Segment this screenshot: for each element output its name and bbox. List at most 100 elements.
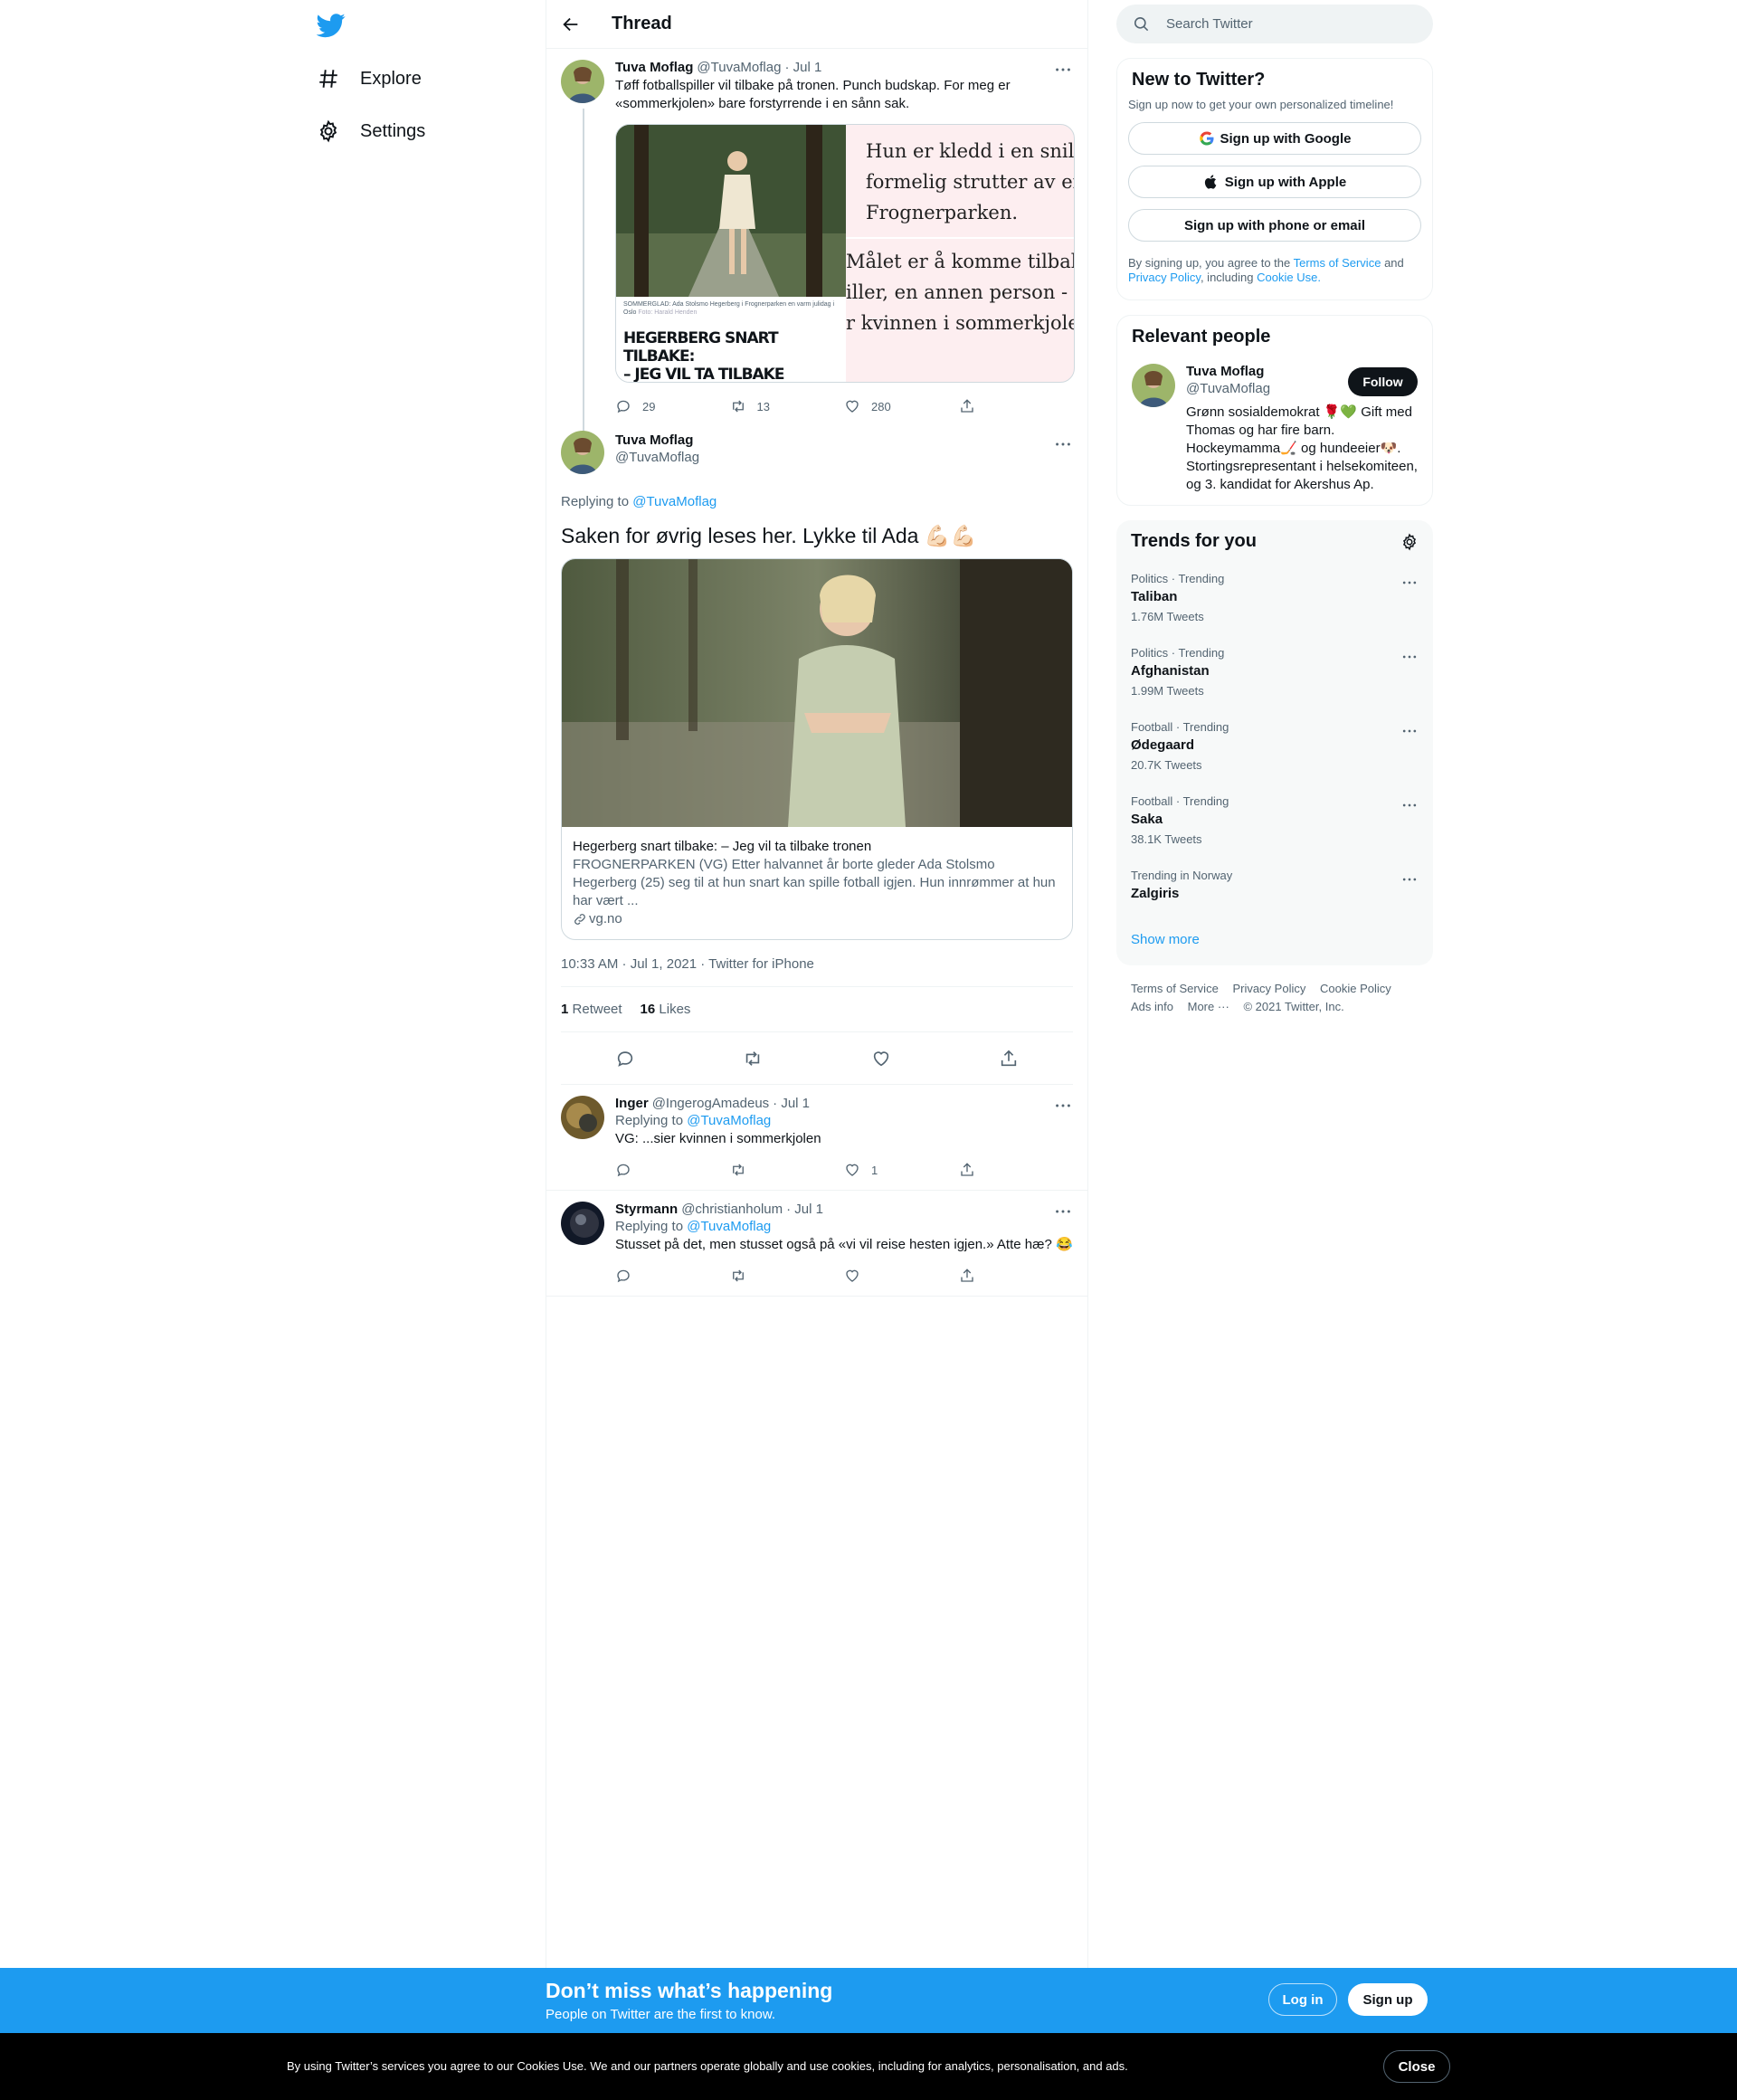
gear-icon[interactable] [1400, 532, 1419, 551]
author-name[interactable]: Tuva Moflag [615, 60, 693, 75]
cookie-close-button[interactable]: Close [1383, 2050, 1450, 2083]
like-stat-label: Likes [659, 1002, 691, 1017]
footer-terms-link[interactable]: Terms of Service [1131, 982, 1219, 995]
quote-text-panel: Hun er kledd i en snill formelig strutte… [846, 125, 1074, 382]
like-button[interactable] [844, 1268, 959, 1284]
like-count: 280 [871, 399, 891, 413]
link-preview-card[interactable]: Hegerberg snart tilbake: – Jeg vil ta ti… [561, 558, 1073, 940]
share-button[interactable] [959, 398, 1074, 414]
share-icon[interactable] [999, 1049, 1019, 1069]
avatar[interactable] [561, 1096, 604, 1139]
replying-to-label: Replying to [561, 494, 630, 509]
retweet-icon [730, 1268, 746, 1284]
reply-icon [615, 1268, 631, 1284]
author-name[interactable]: Styrmann [615, 1202, 678, 1217]
person-name[interactable]: Tuva Moflag [1186, 364, 1270, 379]
search-input[interactable]: Search Twitter [1116, 5, 1433, 43]
tweet-date[interactable]: · Jul 1 [773, 1096, 810, 1111]
relevant-person[interactable]: Tuva Moflag @TuvaMoflag Follow Grønn sos… [1132, 364, 1418, 494]
heart-icon[interactable] [871, 1049, 891, 1069]
tweet-media-image[interactable]: SOMMERGLAD: Ada Stolsmo Hegerberg i Frog… [615, 124, 1075, 383]
cookie-use-link[interactable]: Cookie Use. [1257, 271, 1321, 284]
retweet-button[interactable] [730, 1162, 845, 1178]
replying-to-label: Replying to [615, 1219, 684, 1234]
new-to-twitter-box: New to Twitter? Sign up now to get your … [1116, 58, 1433, 300]
login-button[interactable]: Log in [1268, 1983, 1337, 2016]
person-bio: Grønn sosialdemokrat 🌹💚 Gift med Thomas … [1186, 404, 1418, 492]
footer-privacy-link[interactable]: Privacy Policy [1232, 982, 1305, 995]
retweet-button[interactable] [730, 1268, 845, 1284]
tweet-timestamp[interactable]: 10:33 AM · Jul 1, 2021 · Twitter for iPh… [561, 942, 1073, 987]
signup-google-button[interactable]: Sign up with Google [1128, 122, 1421, 155]
like-button[interactable]: 280 [844, 398, 959, 414]
search-placeholder: Search Twitter [1166, 16, 1253, 32]
person-handle[interactable]: @TuvaMoflag [1186, 381, 1270, 396]
avatar[interactable] [1132, 364, 1175, 407]
tweet-date[interactable]: · Jul 1 [786, 1202, 823, 1217]
like-stat[interactable]: 16 Likes [641, 1002, 691, 1017]
trend-item[interactable]: Football · Trending Saka 38.1K Tweets [1116, 785, 1433, 860]
back-arrow-icon[interactable] [561, 14, 581, 34]
hashtag-icon [317, 67, 340, 90]
replying-to-link[interactable]: @TuvaMoflag [687, 1219, 771, 1234]
replying-to-label: Replying to [615, 1113, 684, 1128]
retweet-button[interactable]: 13 [730, 398, 845, 414]
replying-to-link[interactable]: @TuvaMoflag [632, 494, 717, 509]
thread-line [583, 109, 584, 470]
trend-item[interactable]: Football · Trending Ødegaard 20.7K Tweet… [1116, 711, 1433, 785]
trends-title: Trends for you [1131, 531, 1257, 551]
more-options-icon[interactable] [1400, 574, 1419, 592]
author-handle[interactable]: @christianholum [681, 1202, 783, 1217]
follow-button[interactable]: Follow [1348, 367, 1418, 396]
author-handle[interactable]: @IngerogAmadeus [652, 1096, 769, 1111]
terms-of-service-link[interactable]: Terms of Service [1294, 256, 1381, 270]
more-options-icon[interactable] [1400, 796, 1419, 814]
footer-ads-link[interactable]: Ads info [1131, 1000, 1173, 1013]
trend-item[interactable]: Trending in Norway Zalgiris [1116, 860, 1433, 916]
retweet-icon[interactable] [743, 1049, 763, 1069]
author-handle[interactable]: @TuvaMoflag [615, 450, 699, 465]
reply-tweet[interactable]: Inger @IngerogAmadeus · Jul 1 Replying t… [546, 1085, 1087, 1191]
parent-tweet[interactable]: Tuva Moflag @TuvaMoflag · Jul 1 Tøff fot… [546, 49, 1087, 470]
more-options-icon[interactable] [1400, 648, 1419, 666]
footer-more-link[interactable]: More ··· [1188, 1000, 1229, 1013]
link-preview-image [562, 559, 1072, 827]
author-handle[interactable]: @TuvaMoflag [697, 60, 781, 75]
footer-cookie-link[interactable]: Cookie Policy [1320, 982, 1391, 995]
trend-item[interactable]: Politics · Trending Afghanistan 1.99M Tw… [1116, 637, 1433, 711]
signup-button[interactable]: Sign up [1348, 1983, 1428, 2016]
avatar[interactable] [561, 60, 604, 103]
signup-apple-button[interactable]: Sign up with Apple [1128, 166, 1421, 198]
replying-to-link[interactable]: @TuvaMoflag [687, 1113, 771, 1128]
signup-phone-button[interactable]: Sign up with phone or email [1128, 209, 1421, 242]
show-more-link[interactable]: Show more [1116, 916, 1433, 965]
reply-button[interactable] [615, 1162, 730, 1178]
more-options-icon[interactable] [1053, 434, 1073, 454]
author-name[interactable]: Tuva Moflag [615, 432, 693, 448]
more-options-icon[interactable] [1053, 60, 1073, 80]
reply-button[interactable]: 29 [615, 398, 730, 414]
trend-item[interactable]: Politics · Trending Taliban 1.76M Tweets [1116, 563, 1433, 637]
avatar[interactable] [561, 431, 604, 474]
reply-button[interactable] [615, 1268, 730, 1284]
more-options-icon[interactable] [1053, 1202, 1073, 1221]
more-options-icon[interactable] [1053, 1096, 1073, 1116]
privacy-policy-link[interactable]: Privacy Policy [1128, 271, 1201, 284]
link-description: FROGNERPARKEN (VG) Etter halvannet år bo… [573, 857, 1056, 908]
twitter-logo-icon[interactable] [317, 11, 346, 40]
share-button[interactable] [959, 1268, 1074, 1284]
retweet-stat[interactable]: 1 Retweet [561, 1002, 622, 1017]
like-button[interactable]: 1 [844, 1162, 959, 1178]
more-options-icon[interactable] [1400, 870, 1419, 888]
tweet-date[interactable]: · Jul 1 [784, 60, 821, 75]
author-name[interactable]: Inger [615, 1096, 649, 1111]
link-preview-info: Hegerberg snart tilbake: – Jeg vil ta ti… [562, 827, 1072, 939]
nav-explore[interactable]: Explore [317, 61, 422, 97]
reply-icon[interactable] [615, 1049, 635, 1069]
share-button[interactable] [959, 1162, 1074, 1178]
more-options-icon[interactable] [1400, 722, 1419, 740]
nav-settings[interactable]: Settings [317, 113, 425, 149]
heart-icon [844, 1162, 860, 1178]
avatar[interactable] [561, 1202, 604, 1245]
reply-tweet[interactable]: Styrmann @christianholum · Jul 1 Replyin… [546, 1191, 1087, 1297]
